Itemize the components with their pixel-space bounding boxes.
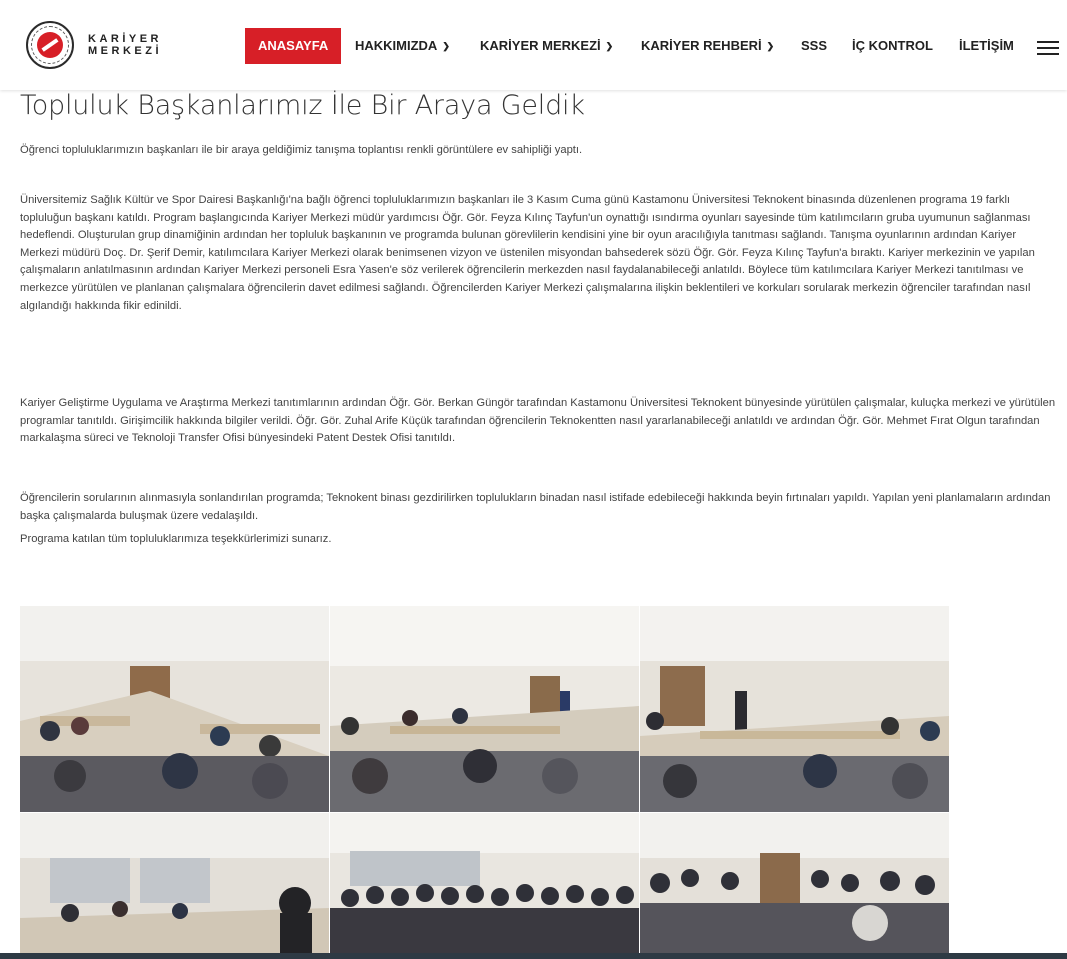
- brand-name: KARİYER MERKEZİ: [88, 33, 162, 57]
- article-paragraph-3: Öğrencilerin sorularının alınmasıyla son…: [20, 492, 1051, 522]
- article-paragraph-2: Kariyer Geliştirme Uygulama ve Araştırma…: [20, 397, 1056, 445]
- hamburger-icon[interactable]: [1037, 41, 1059, 55]
- gallery-photo[interactable]: [20, 606, 329, 812]
- nav-item-sss[interactable]: SSS: [801, 30, 827, 62]
- nav-item-label: KARİYER REHBERİ: [641, 38, 762, 53]
- gallery-photo[interactable]: [640, 606, 949, 812]
- nav-item-label: İÇ KONTROL: [852, 38, 933, 53]
- article-paragraph-4: Programa katılan tüm topluluklarımıza te…: [20, 533, 332, 545]
- nav-item-label: HAKKIMIZDA: [355, 38, 438, 53]
- article-paragraph-intro: Öğrenci topluluklarımızın başkanları ile…: [20, 144, 583, 156]
- site-logo[interactable]: KARİYER MERKEZİ: [26, 21, 162, 69]
- footer-bar: [0, 953, 1067, 959]
- chevron-down-icon: ❯: [605, 41, 614, 51]
- nav-item-anasayfa[interactable]: ANASAYFA: [245, 28, 342, 64]
- nav-item-label: SSS: [801, 38, 828, 53]
- gallery-photo[interactable]: [330, 606, 639, 812]
- gallery-photo[interactable]: [20, 813, 329, 955]
- nav-item-label: İLETİŞİM: [959, 38, 1014, 53]
- nav-item-kariyer-rehberi[interactable]: KARİYER REHBERİ ❯: [641, 30, 774, 62]
- nav-item-hakkimizda[interactable]: HAKKIMIZDA ❯: [355, 30, 450, 62]
- nav-item-label: KARİYER MERKEZİ: [480, 38, 601, 53]
- nav-item-kariyer-merkezi[interactable]: KARİYER MERKEZİ ❯: [480, 30, 613, 62]
- nav-item-ic-kontrol[interactable]: İÇ KONTROL: [852, 30, 933, 62]
- article-paragraph-1: Üniversitemiz Sağlık Kültür ve Spor Dair…: [20, 194, 1035, 312]
- page-title: Topluluk Başkanlarımız İle Bir Araya Gel…: [20, 90, 585, 121]
- gallery-photo[interactable]: [330, 813, 639, 955]
- nav-item-iletisim[interactable]: İLETİŞİM: [959, 30, 1014, 62]
- chevron-down-icon: ❯: [766, 41, 775, 51]
- brand-line-2: MERKEZİ: [88, 45, 162, 57]
- site-header: KARİYER MERKEZİ ANASAYFA HAKKIMIZDA ❯ KAR…: [0, 0, 1067, 90]
- university-seal-icon: [26, 21, 74, 69]
- nav-item-label: ANASAYFA: [258, 38, 329, 53]
- brand-line-1: KARİYER: [88, 33, 163, 45]
- gallery-photo[interactable]: [640, 813, 949, 955]
- chevron-down-icon: ❯: [442, 41, 450, 51]
